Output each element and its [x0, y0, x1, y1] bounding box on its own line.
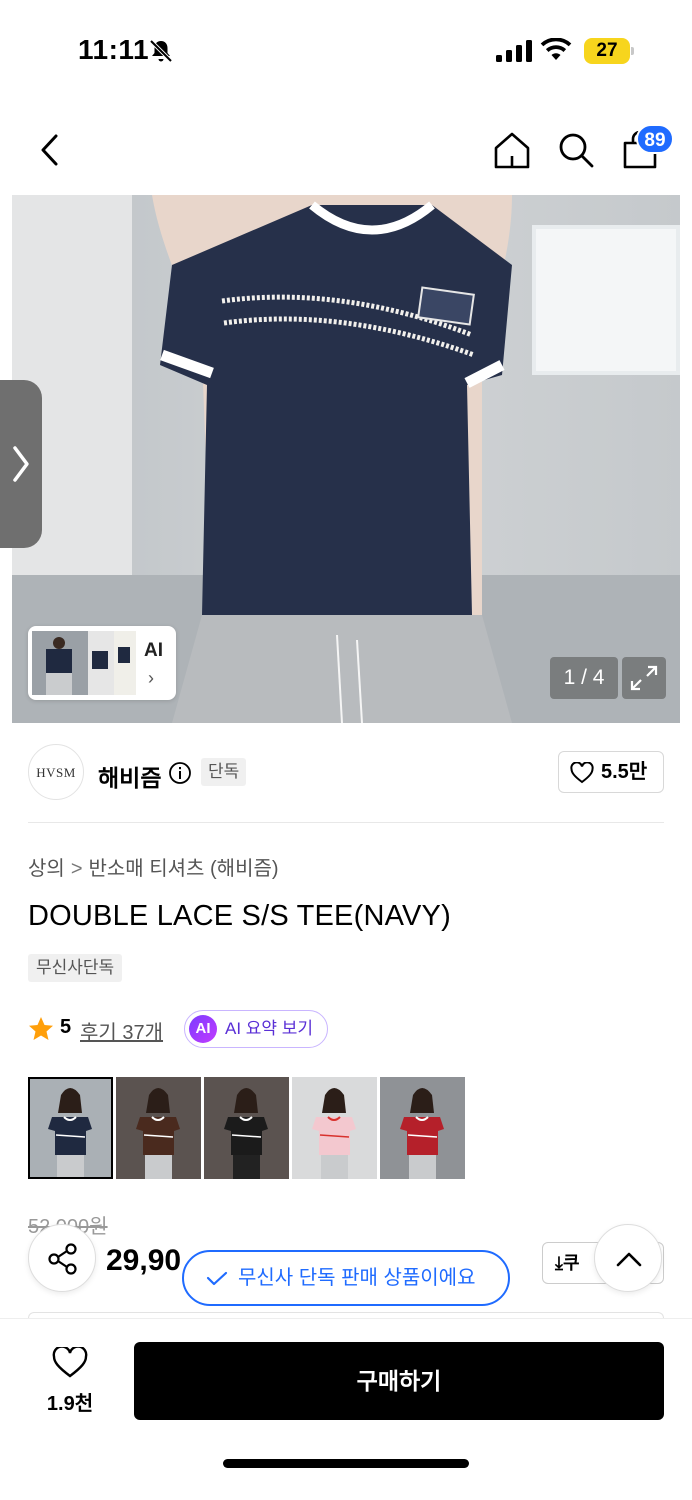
- battery-level: 27: [596, 40, 618, 61]
- brand-like-button[interactable]: 5.5만: [558, 751, 664, 793]
- ai-lookbook-button[interactable]: AI ›: [28, 626, 176, 700]
- color-thumb-brown[interactable]: [116, 1077, 201, 1179]
- cart-count-badge: 89: [636, 124, 674, 154]
- wish-count: 1.9천: [46, 1393, 94, 1415]
- side-drawer-tab[interactable]: [0, 380, 42, 548]
- color-variant-thumbnails: [28, 1077, 668, 1179]
- image-pager: 1 / 4: [550, 657, 618, 699]
- color-thumb-pink[interactable]: [292, 1077, 377, 1179]
- exclusive-toast: 무신사 단독 판매 상품이에요: [182, 1250, 510, 1306]
- product-title: DOUBLE LACE S/S TEE(NAVY): [28, 900, 451, 932]
- brand-exclusive-tag: 단독: [201, 758, 247, 786]
- color-thumb-image: [380, 1077, 465, 1179]
- color-thumb-image: [28, 1077, 113, 1179]
- bell-off-icon: [149, 39, 173, 63]
- breadcrumb-category[interactable]: 상의: [28, 852, 65, 881]
- lookbook-preview-image: [32, 631, 136, 695]
- chevron-up-icon: [616, 1252, 642, 1267]
- rating-value: 5: [60, 1016, 72, 1038]
- expand-icon: [630, 665, 658, 691]
- chevron-right-icon: ›: [148, 668, 154, 688]
- wifi-icon: [540, 38, 572, 60]
- info-icon[interactable]: [168, 761, 192, 785]
- battery-indicator: 27: [584, 38, 634, 64]
- color-thumb-image: [204, 1077, 289, 1179]
- status-time: 11:11: [78, 34, 150, 65]
- breadcrumb: 상의 > 반소매 티셔츠 (해비즘): [28, 852, 279, 881]
- bottom-action-bar: 1.9천 구매하기: [0, 1318, 692, 1500]
- color-thumb-image: [292, 1077, 377, 1179]
- cellular-signal-icon: [496, 40, 532, 62]
- brand-row: HVSM 해비즘 단독 5.5만: [28, 740, 664, 806]
- scroll-top-button[interactable]: [594, 1224, 662, 1292]
- home-indicator: [223, 1459, 469, 1468]
- toast-text: 무신사 단독 판매 상품이에요: [238, 1267, 476, 1289]
- check-icon: [206, 1271, 228, 1286]
- share-icon: [48, 1243, 77, 1275]
- color-thumb-black[interactable]: [204, 1077, 289, 1179]
- search-icon[interactable]: [554, 128, 598, 172]
- coupon-label: ⤓쿠: [555, 1253, 580, 1273]
- reviews-link[interactable]: 후기 37개: [80, 1016, 163, 1045]
- chevron-right-icon: [13, 446, 29, 482]
- ai-summary-button[interactable]: AI AI 요약 보기: [184, 1010, 328, 1048]
- breadcrumb-separator: >: [70, 858, 83, 880]
- heart-outline-icon[interactable]: [52, 1347, 88, 1379]
- exclusive-tag: 무신사단독: [28, 954, 123, 982]
- star-icon: [29, 1017, 53, 1040]
- buy-button[interactable]: 구매하기: [134, 1342, 664, 1420]
- ai-lookbook-label: AI: [144, 640, 163, 661]
- breadcrumb-subcategory[interactable]: 반소매 티셔츠 (해비즘): [89, 852, 279, 881]
- brand-name[interactable]: 해비즘: [98, 759, 161, 793]
- brand-logo[interactable]: HVSM: [28, 744, 84, 800]
- sale-price: 29,90: [106, 1244, 182, 1277]
- ai-badge-icon: AI: [189, 1015, 217, 1043]
- heart-outline-icon: [570, 762, 594, 784]
- battery-tip: [631, 47, 634, 55]
- color-thumb-image: [116, 1077, 201, 1179]
- rating-row: 5 후기 37개 AI AI 요약 보기: [28, 1010, 428, 1050]
- home-icon[interactable]: [490, 128, 534, 172]
- brand-like-count: 5.5만: [601, 761, 648, 783]
- section-divider: [28, 822, 664, 823]
- back-arrow-icon[interactable]: [30, 128, 70, 172]
- color-thumb-red[interactable]: [380, 1077, 465, 1179]
- status-bar: 11:11 27: [0, 0, 692, 100]
- expand-image-button[interactable]: [622, 657, 666, 699]
- share-button[interactable]: [28, 1224, 96, 1292]
- color-thumb-navy[interactable]: [28, 1077, 113, 1179]
- ai-summary-label: AI 요약 보기: [225, 1019, 314, 1038]
- top-navigation: 89: [0, 100, 692, 195]
